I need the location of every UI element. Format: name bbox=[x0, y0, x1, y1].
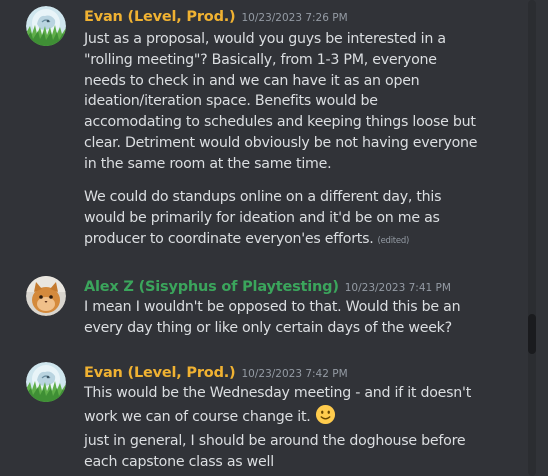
message-line-text: producer to coordinate everyon'es effort… bbox=[84, 230, 374, 247]
message-content: just in general, I should be around the … bbox=[84, 431, 534, 473]
avatar[interactable] bbox=[26, 276, 66, 316]
message-line: accomodating to schedules and keeping th… bbox=[84, 114, 476, 131]
wolf-grass-avatar-icon bbox=[26, 6, 66, 46]
message-line: work we can of course change it. bbox=[84, 404, 534, 432]
message-line: clear. Detriment would obviously be not … bbox=[84, 134, 478, 151]
timestamp[interactable]: 10/23/2023 7:26 PM bbox=[241, 12, 347, 24]
message-line: every day thing or like only certain day… bbox=[84, 319, 452, 336]
message-line: We could do standups online on a differe… bbox=[84, 189, 442, 205]
message-line: each capstone class as well bbox=[84, 453, 274, 470]
message-content: Just as a proposal, would you guys be in… bbox=[84, 29, 534, 175]
username[interactable]: Alex Z (Sisyphus of Playtesting) bbox=[84, 279, 339, 295]
message-list: Evan (Level, Prod.) 10/23/2023 7:26 PM Ju… bbox=[0, 0, 548, 476]
username[interactable]: Evan (Level, Prod.) bbox=[84, 9, 236, 25]
message-content: I mean I wouldn't be opposed to that. Wo… bbox=[84, 297, 534, 339]
message-line: This would be the Wednesday meeting - an… bbox=[84, 385, 472, 401]
username[interactable]: Evan (Level, Prod.) bbox=[84, 365, 236, 381]
message-line: just in general, I should be around the … bbox=[84, 433, 466, 449]
message-line: in the same room at the same time. bbox=[84, 155, 332, 172]
slight-smile-emoji-icon[interactable] bbox=[315, 404, 336, 432]
message-content: This would be the Wednesday meeting - an… bbox=[84, 383, 534, 432]
message-line: "rolling meeting"? Basically, from 1-3 P… bbox=[84, 51, 437, 68]
avatar[interactable] bbox=[26, 6, 66, 46]
message-line: producer to coordinate everyon'es effort… bbox=[84, 229, 534, 252]
message-header: Evan (Level, Prod.) 10/23/2023 7:42 PM bbox=[84, 362, 348, 381]
message-line: would be primarily for ideation and it'd… bbox=[84, 209, 440, 226]
orange-cat-avatar-icon bbox=[26, 276, 66, 316]
message-header: Alex Z (Sisyphus of Playtesting) 10/23/20… bbox=[84, 276, 451, 295]
message-header: Evan (Level, Prod.) 10/23/2023 7:26 PM bbox=[84, 6, 348, 25]
scrollbar-track[interactable] bbox=[528, 0, 536, 476]
wolf-grass-avatar-icon bbox=[26, 362, 66, 402]
message-content: We could do standups online on a differe… bbox=[84, 187, 534, 251]
timestamp[interactable]: 10/23/2023 7:41 PM bbox=[345, 282, 451, 294]
timestamp[interactable]: 10/23/2023 7:42 PM bbox=[241, 368, 347, 380]
avatar[interactable] bbox=[26, 362, 66, 402]
edited-label[interactable]: (edited) bbox=[378, 236, 410, 246]
message-line: needs to check in and we can have it as … bbox=[84, 72, 420, 89]
scrollbar-thumb[interactable] bbox=[528, 314, 536, 354]
message-line-text: work we can of course change it. bbox=[84, 408, 311, 425]
message-line: I mean I wouldn't be opposed to that. Wo… bbox=[84, 299, 461, 315]
message-line: Just as a proposal, would you guys be in… bbox=[84, 31, 446, 47]
message-line: ideation/iteration space. Benefits would… bbox=[84, 93, 378, 110]
